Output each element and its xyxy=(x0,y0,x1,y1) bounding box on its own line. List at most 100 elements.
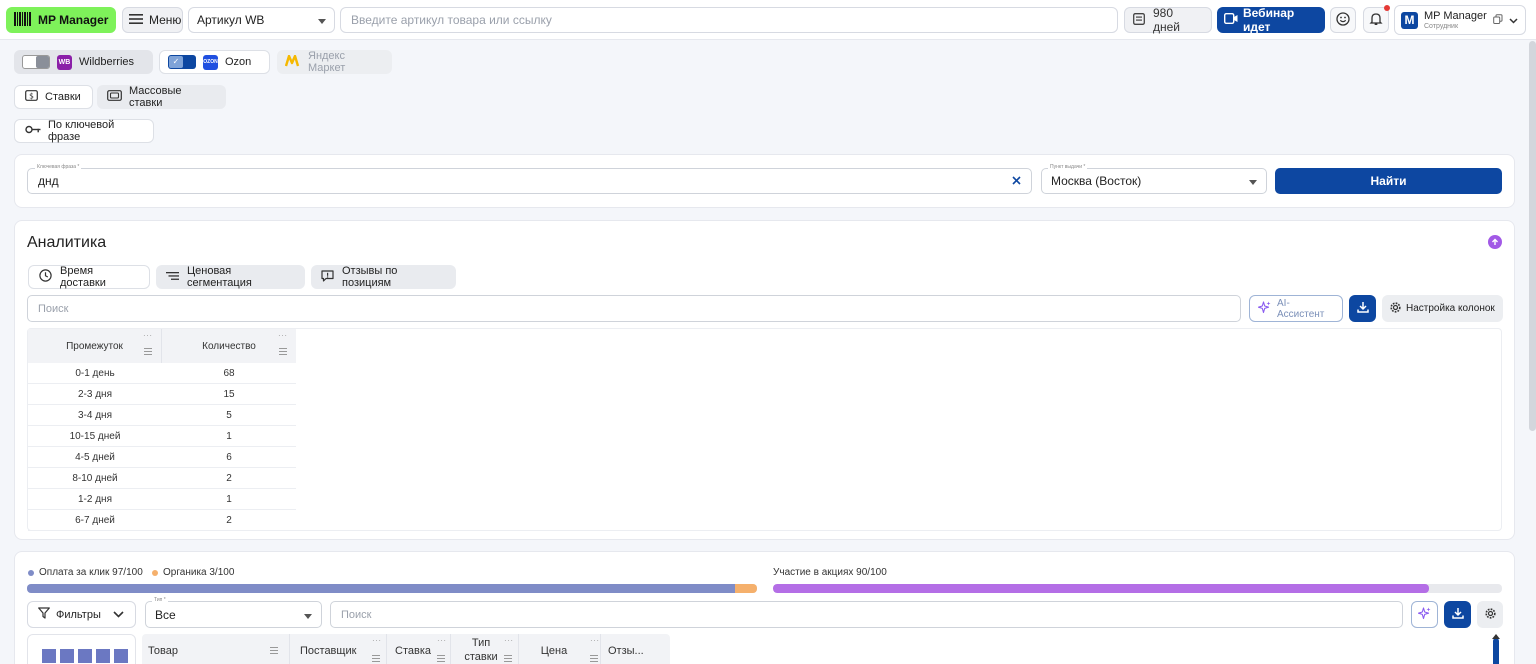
chip-price-segmentation[interactable]: Ценовая сегментация xyxy=(156,265,305,289)
column-more-icon[interactable]: ··· xyxy=(437,636,447,645)
menu-button[interactable]: Меню xyxy=(122,7,183,33)
wildberries-logo: WB xyxy=(57,54,72,70)
profile-text: MP Manager Сотрудник xyxy=(1424,9,1487,30)
notifications-button[interactable] xyxy=(1363,7,1389,33)
table-row[interactable]: 10-15 дней 1 xyxy=(28,426,296,447)
column-menu-icon[interactable] xyxy=(504,654,512,664)
keyword-label: Ключевая фраза * xyxy=(35,164,82,170)
column-menu-icon[interactable] xyxy=(144,347,152,358)
column-header-bid-type[interactable]: Тип ставки xyxy=(458,636,504,664)
marketplace-ozon[interactable]: ✓ OZON Ozon xyxy=(159,50,270,74)
grid-view-icon[interactable] xyxy=(42,649,128,663)
toggle-on[interactable]: ✓ xyxy=(168,55,196,69)
column-more-icon[interactable]: ··· xyxy=(143,331,153,340)
webinar-button[interactable]: Вебинар идет xyxy=(1217,6,1325,34)
clear-icon[interactable] xyxy=(1012,174,1021,188)
column-header-interval[interactable]: Промежуток xyxy=(28,329,162,363)
ai-assistant-button[interactable]: AI-Ассистент xyxy=(1249,295,1343,322)
column-more-icon[interactable]: ··· xyxy=(372,636,382,645)
interval-cell: 6-7 дней xyxy=(75,514,115,526)
column-header-label: Промежуток xyxy=(66,340,123,352)
table-row[interactable]: 4-5 дней 6 xyxy=(28,447,296,468)
collapse-up-icon[interactable] xyxy=(1488,235,1502,249)
video-icon xyxy=(1223,12,1238,27)
filters-button[interactable]: Фильтры xyxy=(27,601,136,628)
column-menu-icon[interactable] xyxy=(590,654,598,664)
column-header-reviews[interactable]: Отзы... xyxy=(608,634,658,664)
column-header-product[interactable]: Товар xyxy=(148,634,288,664)
download-button[interactable] xyxy=(1444,601,1471,628)
download-icon xyxy=(1451,607,1464,622)
chip-label: Отзывы по позициям xyxy=(342,265,398,289)
chip-delivery-time[interactable]: Время доставки xyxy=(28,265,150,289)
table-scrollbar[interactable] xyxy=(1493,638,1499,664)
hamburger-icon xyxy=(129,13,143,28)
copy-icon xyxy=(1492,13,1503,27)
article-search-input[interactable]: Введите артикул товара или ссылку xyxy=(340,7,1118,33)
pickup-point-value: Москва (Восток) xyxy=(1051,174,1142,188)
ai-assistant-icon-button[interactable] xyxy=(1411,601,1438,628)
download-icon xyxy=(1356,301,1369,316)
pickup-point-label: Пункт выдачи * xyxy=(1048,164,1088,170)
columns-settings-button[interactable]: Настройка колонок xyxy=(1382,295,1503,322)
column-header-count[interactable]: Количество xyxy=(162,329,296,363)
traffic-split-bar xyxy=(27,584,757,593)
table-row[interactable]: 1-2 дня 1 xyxy=(28,489,296,510)
table-row[interactable]: 6-7 дней 2 xyxy=(28,510,296,531)
column-menu-icon[interactable] xyxy=(372,654,380,664)
settings-button[interactable] xyxy=(1477,601,1503,628)
type-select[interactable]: Все xyxy=(145,601,322,628)
scroll-up-icon[interactable] xyxy=(1492,634,1500,639)
table-row[interactable]: 3-4 дня 5 xyxy=(28,405,296,426)
paid-segment xyxy=(27,584,736,593)
download-button[interactable] xyxy=(1349,295,1376,322)
tab-by-keyword[interactable]: По ключевой фразе xyxy=(14,119,154,143)
marketplace-wildberries[interactable]: WB Wildberries xyxy=(14,50,153,74)
column-header-price[interactable]: Цена xyxy=(518,634,590,664)
count-cell: 6 xyxy=(226,451,232,463)
view-switcher-panel xyxy=(27,634,136,664)
column-more-icon[interactable]: ··· xyxy=(278,331,288,340)
keyword-value: днд xyxy=(38,174,59,188)
interval-cell: 4-5 дней xyxy=(75,451,115,463)
smile-icon xyxy=(1336,11,1350,29)
column-more-icon[interactable]: ··· xyxy=(504,636,514,645)
comment-alert-icon xyxy=(321,269,334,285)
analytics-table: Промежуток ··· Количество ··· 0-1 день 68… xyxy=(27,328,1502,531)
page-scrollbar[interactable] xyxy=(1529,41,1536,431)
profile-menu[interactable]: M MP Manager Сотрудник xyxy=(1394,5,1526,35)
profile-name: MP Manager xyxy=(1424,9,1487,22)
sparkle-icon xyxy=(1257,300,1271,317)
tab-mass-bids[interactable]: Массовые ставки xyxy=(97,85,226,109)
clock-icon xyxy=(39,269,52,285)
column-menu-icon[interactable] xyxy=(279,347,287,358)
analytics-search-input[interactable]: Поиск xyxy=(27,295,1241,322)
table-row[interactable]: 0-1 день 68 xyxy=(28,363,296,384)
brand-logo[interactable]: MP Manager xyxy=(6,7,116,33)
find-button[interactable]: Найти xyxy=(1275,168,1502,194)
article-type-select[interactable]: Артикул WB xyxy=(188,7,335,33)
toggle-off[interactable] xyxy=(22,55,50,69)
table-row[interactable]: 8-10 дней 2 xyxy=(28,468,296,489)
legend-label: Оплата за клик 97/100 xyxy=(39,567,143,578)
count-cell: 2 xyxy=(226,472,232,484)
emoji-button[interactable] xyxy=(1330,7,1356,33)
caret-down-icon xyxy=(304,608,312,622)
column-menu-icon[interactable] xyxy=(270,646,278,657)
products-search-input[interactable]: Поиск xyxy=(330,601,1403,628)
days-button[interactable]: 980 дней xyxy=(1124,6,1212,34)
legend-paid: Оплата за клик 97/100 xyxy=(28,567,143,578)
column-more-icon[interactable]: ··· xyxy=(590,636,600,645)
count-cell: 5 xyxy=(226,409,232,421)
keyword-field[interactable]: днд xyxy=(27,168,1032,194)
table-body: 0-1 день 68 2-3 дня 15 3-4 дня 5 10-15 дней… xyxy=(28,363,296,531)
chip-reviews-by-position[interactable]: Отзывы по позициям xyxy=(311,265,456,289)
table-row[interactable]: 2-3 дня 15 xyxy=(28,384,296,405)
column-menu-icon[interactable] xyxy=(437,654,445,664)
article-search-placeholder: Введите артикул товара или ссылку xyxy=(351,13,552,27)
pickup-point-select[interactable]: Москва (Восток) xyxy=(1041,168,1267,194)
tab-bids[interactable]: $ Ставки xyxy=(14,85,93,109)
products-table-header: Товар Поставщик ··· Ставка ··· Тип ставк… xyxy=(142,634,670,664)
interval-cell: 8-10 дней xyxy=(72,472,118,484)
marketplace-yandex[interactable]: Яндекс Маркет xyxy=(277,50,392,74)
